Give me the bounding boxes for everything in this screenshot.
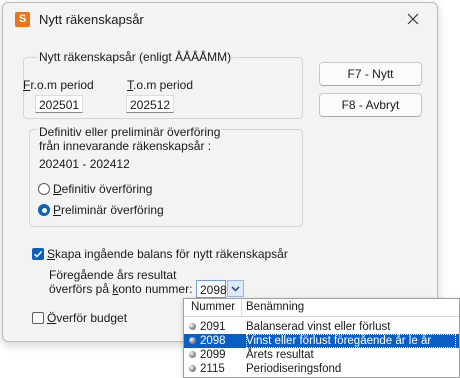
definitive-label[interactable]: Definitiv överföring	[53, 182, 152, 196]
from-period-label: Fr.o.m period	[23, 78, 94, 92]
transfer-line-2: från innevarande räkenskapsår :	[39, 139, 212, 153]
app-icon: S	[15, 12, 30, 27]
bullet-icon	[189, 365, 196, 372]
close-icon[interactable]	[403, 9, 423, 29]
account-dropdown-list[interactable]: Nummer Benämning 2091 Balanserad vinst e…	[183, 298, 460, 378]
window-title: Nytt räkenskapsår	[39, 12, 144, 27]
list-item[interactable]: 2091 Balanserad vinst eller förlust	[184, 320, 459, 334]
preliminary-label[interactable]: Preliminär överföring	[53, 203, 164, 217]
list-item[interactable]: 2099 Årets resultat	[184, 348, 459, 362]
definitive-radio[interactable]	[38, 183, 50, 195]
chevron-down-icon	[231, 286, 240, 292]
current-period: 202401 - 202412	[39, 157, 130, 171]
checkmark-icon	[33, 250, 43, 258]
bullet-icon	[189, 337, 196, 344]
budget-checkbox[interactable]	[32, 312, 44, 324]
preliminary-radio[interactable]	[38, 204, 50, 216]
column-header-name[interactable]: Benämning	[246, 301, 304, 313]
to-period-label: T.o.m period	[127, 78, 194, 92]
opening-balance-checkbox[interactable]	[32, 248, 44, 260]
transfer-line-1: Definitiv eller preliminär överföring	[37, 125, 223, 139]
account-number-input[interactable]: 2098	[196, 280, 227, 298]
bullet-icon	[189, 323, 196, 330]
account-dropdown-button[interactable]	[227, 280, 244, 297]
budget-label[interactable]: Överför budget	[47, 311, 127, 325]
list-item[interactable]: 2115 Periodiseringsfond	[184, 362, 459, 376]
account-number-label: överförs på konto nummer:	[49, 282, 193, 296]
fiscal-year-group-title: Nytt räkenskapsår (enligt ÅÅÅÅMM)	[37, 50, 234, 64]
list-item-selected[interactable]: 2098 Vinst eller förlust föregående år l…	[184, 334, 459, 348]
from-period-input[interactable]: 202501	[35, 95, 83, 113]
title-bar[interactable]: S Nytt räkenskapsår	[3, 3, 437, 35]
bullet-icon	[189, 351, 196, 358]
opening-balance-label[interactable]: Skapa ingående balans för nytt räkenskap…	[47, 247, 288, 261]
dialog-window: S Nytt räkenskapsår Nytt räkenskapsår (e…	[2, 2, 438, 342]
column-header-number[interactable]: Nummer	[191, 301, 235, 313]
new-button[interactable]: F7 - Nytt	[319, 62, 422, 86]
to-period-input[interactable]: 202512	[126, 95, 174, 113]
dropdown-header: Nummer Benämning	[184, 299, 459, 317]
cancel-button[interactable]: F8 - Avbryt	[319, 93, 422, 117]
previous-result-label: Föregående års resultat	[49, 268, 177, 282]
